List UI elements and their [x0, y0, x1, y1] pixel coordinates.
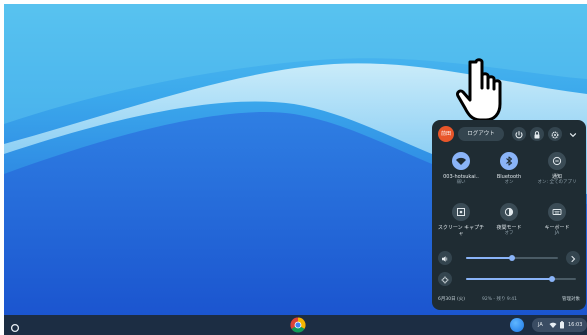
date-label[interactable]: 6月30日 (火) — [438, 296, 465, 304]
chevron-right-icon — [571, 255, 576, 263]
lock-icon — [534, 131, 540, 139]
volume-slider-thumb[interactable] — [509, 255, 515, 261]
tile-screen-capture[interactable]: スクリーン キャプチャ — [437, 203, 485, 237]
tile-notifications-status: オン: 全てのアプリ — [537, 180, 577, 185]
pointer-hand-icon — [456, 58, 502, 122]
tile-screen-capture-label: スクリーン キャプチャ — [437, 225, 485, 237]
brightness-slider-fill — [466, 278, 552, 280]
volume-icon — [442, 256, 448, 262]
tile-bluetooth[interactable]: Bluetooth オン — [485, 152, 533, 186]
volume-slider[interactable] — [466, 255, 558, 261]
tile-wifi-status: 弱い — [456, 180, 466, 185]
quick-settings-footer: 6月30日 (火) 92% - 残り 9:41 管理対象 — [438, 296, 580, 304]
night-light-icon[interactable] — [500, 203, 518, 221]
user-avatar[interactable]: 前田 — [438, 126, 454, 142]
battery-icon — [560, 321, 564, 329]
logout-button[interactable]: ログアウト — [458, 127, 504, 141]
launcher-button[interactable] — [9, 319, 21, 333]
chrome-app-button[interactable] — [290, 317, 306, 333]
brightness-slider-row — [438, 272, 580, 286]
tile-night-light[interactable]: 夜間モード オフ — [485, 203, 533, 237]
chrome-icon — [290, 317, 306, 333]
managed-device-label[interactable]: 管理対象 — [562, 296, 580, 304]
brightness-icon — [441, 276, 449, 284]
wifi-icon[interactable] — [452, 152, 470, 170]
settings-button[interactable] — [548, 127, 562, 141]
tile-bluetooth-status: オン — [504, 180, 514, 185]
brightness-slider[interactable] — [466, 276, 576, 282]
screen-capture-icon[interactable] — [452, 203, 470, 221]
ime-indicator: JA — [538, 322, 543, 328]
chevron-down-icon — [569, 133, 577, 138]
tile-night-light-status: オフ — [504, 231, 514, 236]
power-button[interactable] — [512, 127, 526, 141]
tile-notifications[interactable]: 通知 オン: 全てのアプリ — [533, 152, 581, 186]
volume-slider-fill — [466, 257, 512, 259]
collapse-button[interactable] — [566, 127, 580, 141]
tray-app-icon[interactable] — [510, 318, 524, 332]
brightness-slider-thumb[interactable] — [548, 276, 555, 282]
bluetooth-icon[interactable] — [500, 152, 518, 170]
tile-keyboard[interactable]: キーボード JA — [533, 203, 581, 237]
quick-settings-header: 前田 ログアウト — [438, 126, 580, 142]
keyboard-icon[interactable] — [548, 203, 566, 221]
brightness-icon-button — [438, 272, 452, 286]
volume-slider-row — [438, 251, 580, 265]
notifications-icon[interactable] — [548, 152, 566, 170]
tile-keyboard-status: JA — [554, 231, 560, 236]
launcher-icon — [10, 323, 20, 333]
gear-icon — [551, 131, 559, 139]
audio-settings-button[interactable] — [566, 251, 580, 265]
quick-settings-panel: 前田 ログアウト 003-hotsukai.. 弱い Bluetooth オン … — [432, 120, 586, 310]
shelf: JA 16:03 — [4, 315, 587, 335]
power-icon — [515, 130, 523, 139]
clock: 16:03 — [568, 322, 583, 328]
volume-mute-button[interactable] — [438, 251, 452, 265]
wifi-icon — [549, 322, 557, 328]
status-tray-button[interactable]: JA 16:03 — [532, 318, 587, 332]
tile-wifi[interactable]: 003-hotsukai.. 弱い — [437, 152, 485, 186]
battery-status: 92% - 残り 9:41 — [482, 297, 518, 302]
lock-button[interactable] — [530, 127, 544, 141]
